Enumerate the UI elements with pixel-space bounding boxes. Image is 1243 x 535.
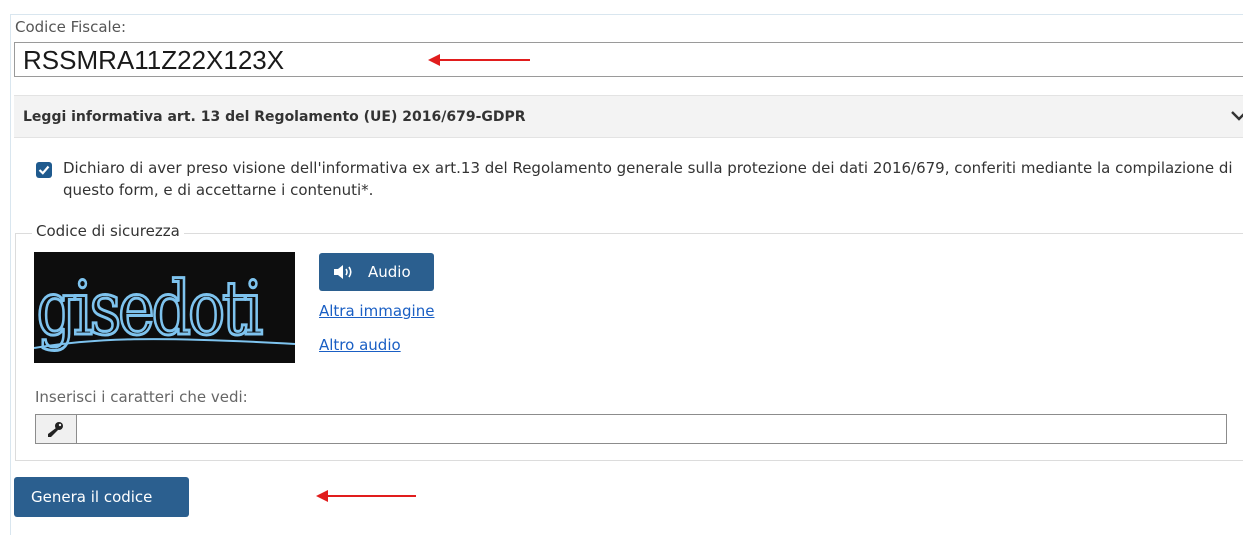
captcha-input[interactable] [35, 414, 1227, 444]
speaker-icon [334, 265, 352, 279]
captcha-input-addon [36, 415, 77, 443]
audio-button-label: Audio [368, 263, 411, 281]
checkmark-icon [38, 165, 50, 175]
annotation-arrow-left-icon [316, 490, 416, 502]
gdpr-accordion[interactable]: Leggi informativa art. 13 del Regolament… [14, 95, 1243, 138]
consent-text: Dichiaro di aver preso visione dell'info… [63, 159, 1233, 199]
chevron-down-icon[interactable] [1230, 110, 1243, 122]
genera-codice-label: Genera il codice [31, 488, 153, 506]
other-audio-link[interactable]: Altro audio [319, 336, 401, 354]
annotation-arrow-left-icon [428, 54, 530, 66]
svg-text:gisedoti: gisedoti [37, 267, 263, 353]
captcha-input-label: Inserisci i caratteri che vedi: [35, 388, 248, 406]
codice-fiscale-input[interactable]: RSSMRA11Z22X123X [14, 42, 1243, 77]
consent-checkbox[interactable] [36, 162, 52, 178]
security-legend: Codice di sicurezza [32, 222, 184, 240]
codice-fiscale-label: Codice Fiscale: [15, 18, 126, 36]
captcha-image: gisedoti [34, 252, 295, 363]
genera-codice-button[interactable]: Genera il codice [14, 477, 189, 517]
key-icon [48, 422, 63, 437]
audio-button[interactable]: Audio [319, 253, 434, 291]
gdpr-accordion-title: Leggi informativa art. 13 del Regolament… [23, 109, 526, 125]
other-image-link[interactable]: Altra immagine [319, 302, 434, 320]
